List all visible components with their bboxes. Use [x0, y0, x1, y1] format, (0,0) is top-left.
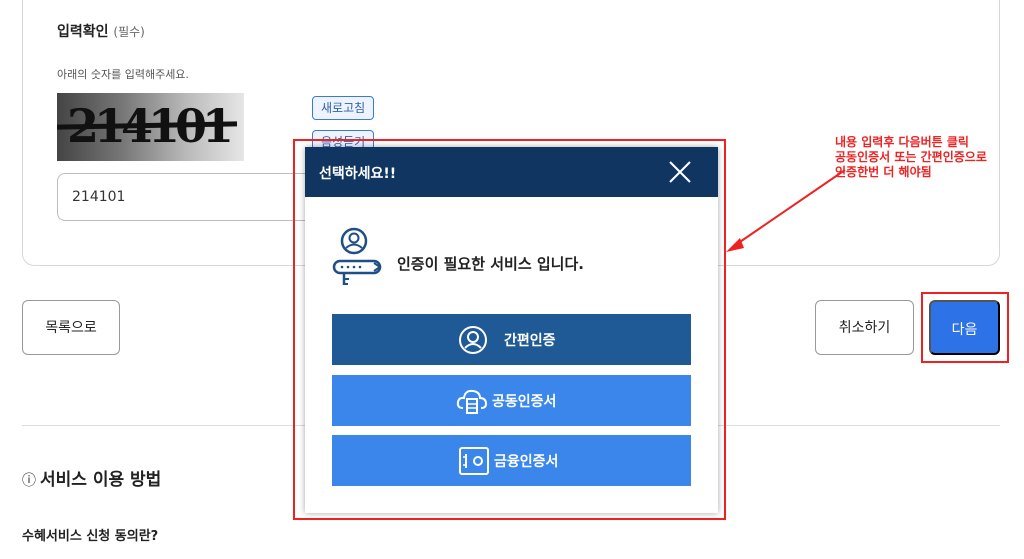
user-auth-icon — [330, 227, 388, 293]
howto-subtitle: 수혜서비스 신청 동의란? — [22, 529, 159, 544]
auth-select-modal: 선택하세요!! 인증이 필요한 서비스 입니다. 간편인증 공동인증서 금융인증… — [305, 147, 718, 513]
person-circle-icon — [457, 325, 489, 355]
joint-cert-label: 공동인증서 — [492, 394, 557, 410]
simple-auth-button[interactable]: 간편인증 — [332, 314, 691, 365]
modal-title: 선택하세요!! — [319, 166, 397, 182]
cloud-server-icon — [456, 386, 488, 416]
auth-required-message: 인증이 필요한 서비스 입니다. — [397, 255, 584, 273]
finance-cert-button[interactable]: 금융인증서 — [332, 435, 691, 486]
howto-title: ⓘ 서비스 이용 방법 — [22, 465, 161, 490]
annotation-line-3: 인증한번 더 해야됨 — [835, 165, 932, 179]
required-mark: (필수) — [113, 25, 145, 39]
howto-title-text: 서비스 이용 방법 — [40, 470, 162, 490]
modal-header: 선택하세요!! — [305, 147, 718, 197]
close-icon[interactable] — [667, 159, 693, 185]
captcha-description: 아래의 숫자를 입력해주세요. — [57, 68, 189, 81]
captcha-title: 입력확인 (필수) — [57, 21, 145, 41]
annotation-note: 내용 입력후 다음버튼 클릭 공동인증서 또는 간편인증으로 인증한번 더 해야… — [835, 135, 987, 180]
captcha-input[interactable] — [57, 173, 317, 221]
annotation-line-2: 공동인증서 또는 간편인증으로 — [835, 150, 987, 164]
simple-auth-label: 간편인증 — [504, 333, 556, 349]
annotation-line-1: 내용 입력후 다음버튼 클릭 — [835, 135, 969, 149]
captcha-image: 214101 — [57, 93, 244, 161]
auth-required-row: 인증이 필요한 서비스 입니다. — [330, 227, 700, 293]
finance-cert-label: 금융인증서 — [494, 454, 559, 470]
safe-icon — [458, 446, 490, 476]
annotation-arrow — [726, 169, 846, 252]
cancel-button[interactable]: 취소하기 — [815, 300, 914, 355]
list-button[interactable]: 목록으로 — [22, 300, 120, 355]
captcha-refresh-button[interactable]: 새로고침 — [312, 96, 375, 120]
info-icon: ⓘ — [22, 473, 36, 489]
joint-cert-button[interactable]: 공동인증서 — [332, 375, 691, 426]
annotation-highlight-next — [921, 292, 1009, 363]
captcha-title-text: 입력확인 — [57, 24, 109, 40]
